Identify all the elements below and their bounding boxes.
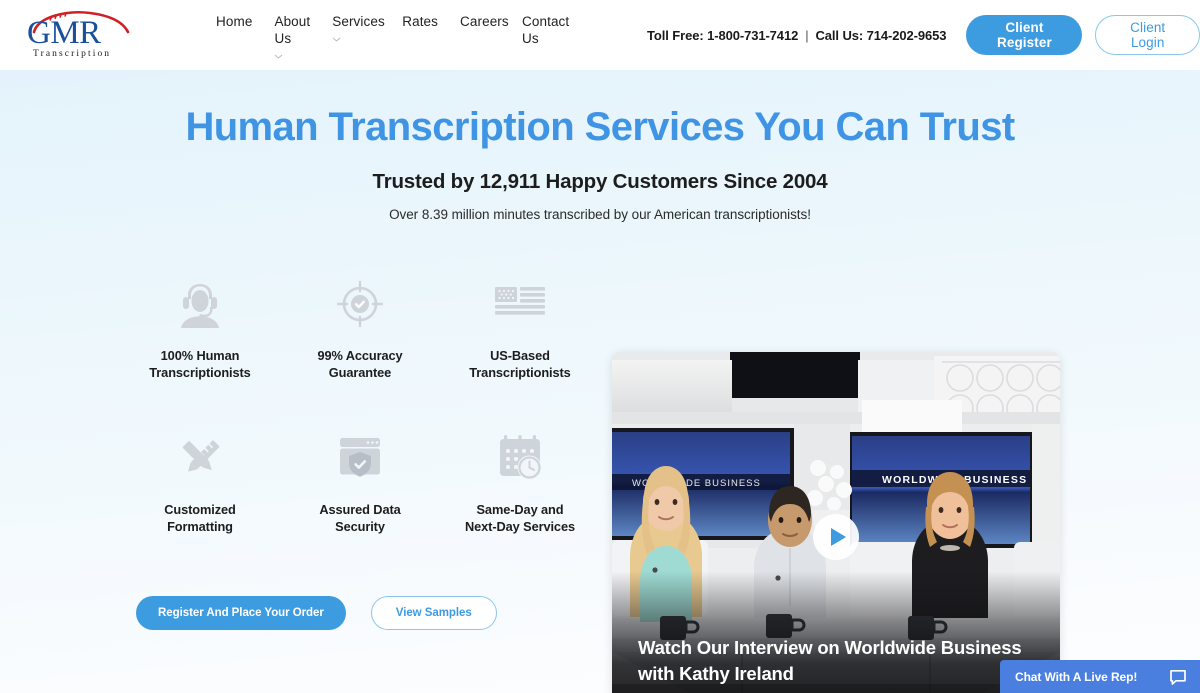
feature-accuracy-guarantee: 99% Accuracy Guarantee [280, 275, 440, 381]
headset-agent-icon [177, 275, 223, 333]
nav-item-contact-us[interactable]: Contact Us [511, 13, 573, 47]
client-register-button[interactable]: Client Register [966, 15, 1083, 55]
feature-label: Same-Day and Next-Day Services [465, 501, 575, 535]
logo[interactable]: GMR Transcription [18, 10, 143, 60]
feature-label-line1: Same-Day and [476, 502, 564, 517]
register-and-place-order-button[interactable]: Register And Place Your Order [136, 596, 346, 630]
feature-row-2: Customized Formatting Assured Data Secur… [120, 429, 600, 535]
feature-label: Customized Formatting [164, 501, 236, 535]
feature-customized-formatting: Customized Formatting [120, 429, 280, 535]
feature-label-line1: Assured Data [319, 502, 401, 517]
feature-label-line1: Customized [164, 502, 236, 517]
video-caption: Watch Our Interview on Worldwide Busines… [638, 635, 1030, 687]
video-caption-line2: with Kathy Ireland [638, 663, 794, 684]
hero-subtitle: Trusted by 12,911 Happy Customers Since … [372, 170, 828, 193]
feature-row-1: 100% Human Transcriptionists 99% Accurac… [120, 275, 600, 381]
feature-label: Assured Data Security [319, 501, 400, 535]
header-contact-info: Toll Free: 1-800-731-7412 | Call Us: 714… [647, 28, 946, 43]
feature-label-line1: 100% Human [160, 348, 240, 363]
browser-shield-icon [337, 429, 383, 487]
page-root: GMR Transcription Home About Us Services [0, 0, 1200, 693]
calendar-clock-icon [496, 429, 544, 487]
nav-item-about-us[interactable]: About Us [263, 13, 321, 59]
live-chat-widget[interactable]: Chat With A Live Rep! [1000, 660, 1200, 693]
feature-label-line2: Guarantee [328, 365, 392, 380]
live-chat-label: Chat With A Live Rep! [1015, 669, 1138, 684]
feature-label-line2: Transcriptionists [149, 365, 251, 380]
header-actions: Client Register Client Login [966, 15, 1200, 55]
feature-grid: 100% Human Transcriptionists 99% Accurac… [120, 275, 600, 630]
feature-label: 99% Accuracy Guarantee [317, 347, 402, 381]
main-nav: Home About Us Services Rates Careers Con… [205, 11, 573, 59]
chevron-down-icon [274, 54, 283, 59]
svg-text:GMR: GMR [27, 15, 101, 51]
hero-section: Human Transcription Services You Can Tru… [0, 70, 1200, 693]
view-samples-button[interactable]: View Samples [370, 596, 497, 630]
svg-text:Transcription: Transcription [33, 49, 111, 59]
nav-item-home[interactable]: Home [205, 13, 263, 30]
nav-label: Careers [460, 14, 509, 29]
feature-us-based: US-Based Transcriptionists [440, 275, 600, 381]
feature-label-line2: Security [335, 519, 385, 534]
feature-human-transcriptionists: 100% Human Transcriptionists [120, 275, 280, 381]
feature-data-security: Assured Data Security [280, 429, 440, 535]
feature-label: US-Based Transcriptionists [469, 347, 571, 381]
cta-button-row: Register And Place Your Order View Sampl… [120, 596, 600, 630]
feature-turnaround-services: Same-Day and Next-Day Services [440, 429, 600, 535]
target-check-icon [335, 275, 385, 333]
hero-tagline: Over 8.39 million minutes transcribed by… [389, 207, 811, 222]
ruler-pencil-icon [176, 429, 224, 487]
us-flag-icon [495, 275, 545, 333]
feature-label-line2: Formatting [167, 519, 233, 534]
feature-label: 100% Human Transcriptionists [149, 347, 251, 381]
contact-separator: | [805, 27, 809, 43]
call-us-number[interactable]: Call Us: 714-202-9653 [815, 28, 946, 43]
feature-label-line1: 99% Accuracy [317, 348, 403, 363]
feature-label-line1: US-Based [490, 348, 550, 363]
play-triangle-icon [830, 527, 846, 546]
play-button[interactable] [813, 513, 859, 560]
nav-label: Rates [402, 14, 439, 29]
chevron-down-icon [332, 37, 341, 42]
video-caption-line1: Watch Our Interview on Worldwide Busines… [638, 637, 1022, 658]
nav-item-rates[interactable]: Rates [391, 13, 449, 30]
nav-item-careers[interactable]: Careers [449, 13, 511, 30]
nav-label: Home [216, 14, 253, 29]
client-login-button[interactable]: Client Login [1095, 15, 1200, 55]
video-thumbnail-card[interactable]: WORLDWIDE BUSINESS WORLDWIDE BUSINESS Wa… [612, 352, 1060, 693]
chat-bubble-icon[interactable] [1169, 668, 1187, 686]
nav-label: Services [332, 14, 385, 29]
feature-label-line2: Next-Day Services [465, 519, 575, 534]
feature-label-line2: Transcriptionists [469, 365, 571, 380]
gmr-logo-icon: GMR Transcription [27, 11, 129, 59]
nav-label: About Us [274, 14, 311, 46]
site-header: GMR Transcription Home About Us Services [0, 0, 1200, 70]
page-title: Human Transcription Services You Can Tru… [185, 105, 1015, 149]
toll-free-number[interactable]: Toll Free: 1-800-731-7412 [647, 28, 798, 43]
nav-label: Contact Us [522, 14, 570, 46]
nav-item-services[interactable]: Services [321, 13, 391, 42]
